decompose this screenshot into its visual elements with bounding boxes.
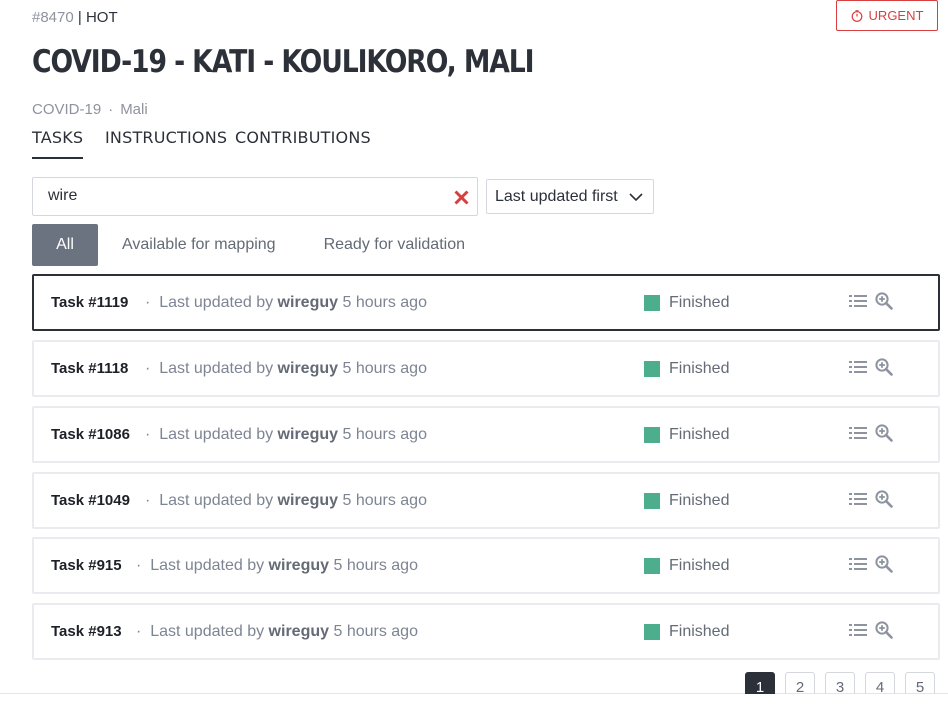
task-status: Finished	[644, 623, 729, 641]
status-label: Finished	[669, 294, 730, 311]
task-name: Task #1118	[51, 360, 129, 377]
task-time: 5 hours ago	[333, 557, 418, 574]
tab-contributions[interactable]: CONTRIBUTIONS	[235, 128, 371, 157]
urgent-badge: URGENT	[836, 0, 938, 31]
task-row[interactable]: Task #1086 · Last updated by wireguy 5 ho…	[32, 406, 940, 463]
zoom-in-icon[interactable]	[875, 490, 893, 508]
list-icon[interactable]	[849, 622, 867, 638]
country-link[interactable]: Mali	[120, 101, 148, 118]
sort-dropdown[interactable]: Last updated first	[486, 179, 654, 214]
zoom-in-icon[interactable]	[875, 292, 893, 310]
task-meta: · Last updated by wireguy 5 hours ago	[145, 492, 427, 510]
list-icon[interactable]	[849, 425, 867, 441]
filter-ready-for-validation[interactable]: Ready for validation	[300, 224, 489, 266]
task-time: 5 hours ago	[342, 426, 427, 443]
task-filter-tabs: All Available for mapping Ready for vali…	[32, 224, 489, 266]
task-user-link[interactable]: wireguy	[278, 360, 338, 377]
campaign-link[interactable]: COVID-19	[32, 101, 101, 118]
status-swatch	[644, 493, 660, 509]
list-icon[interactable]	[849, 491, 867, 507]
task-row[interactable]: Task #913 · Last updated by wireguy 5 hou…	[32, 603, 940, 660]
status-label: Finished	[669, 623, 730, 640]
task-user-link[interactable]: wireguy	[269, 623, 329, 640]
task-time: 5 hours ago	[342, 492, 427, 509]
task-time: 5 hours ago	[342, 360, 427, 377]
status-label: Finished	[669, 426, 730, 443]
task-user-link[interactable]: wireguy	[269, 557, 329, 574]
task-row[interactable]: Task #1118 · Last updated by wireguy 5 ho…	[32, 340, 940, 397]
meta-dot: ·	[145, 426, 160, 443]
status-label: Finished	[669, 557, 730, 574]
meta-dot: ·	[136, 557, 151, 574]
task-row[interactable]: Task #1119 · Last updated by wireguy 5 ho…	[32, 274, 940, 331]
task-name: Task #1119	[51, 294, 129, 311]
task-meta: · Last updated by wireguy 5 hours ago	[145, 360, 427, 378]
task-meta: · Last updated by wireguy 5 hours ago	[136, 557, 418, 575]
close-icon[interactable]	[453, 189, 470, 206]
tab-tasks[interactable]: TASKS	[32, 128, 84, 159]
task-time: 5 hours ago	[333, 623, 418, 640]
task-status: Finished	[644, 492, 729, 510]
meta-prefix: Last updated by	[159, 492, 274, 509]
project-id-line: #8470 | HOT	[32, 9, 118, 26]
sort-selected: Last updated first	[495, 187, 618, 205]
meta-dot: ·	[145, 294, 160, 311]
task-meta: · Last updated by wireguy 5 hours ago	[145, 426, 427, 444]
filter-all[interactable]: All	[32, 224, 98, 266]
tab-instructions[interactable]: INSTRUCTIONS	[105, 128, 227, 157]
status-swatch	[644, 361, 660, 377]
task-row[interactable]: Task #1049 · Last updated by wireguy 5 ho…	[32, 472, 940, 529]
task-status: Finished	[644, 294, 729, 312]
task-row[interactable]: Task #915 · Last updated by wireguy 5 hou…	[32, 537, 940, 594]
task-search-box	[32, 177, 478, 216]
timer-icon	[851, 9, 862, 22]
status-swatch	[644, 295, 660, 311]
meta-prefix: Last updated by	[150, 557, 265, 574]
task-meta: · Last updated by wireguy 5 hours ago	[145, 294, 427, 312]
meta-dot: ·	[145, 492, 160, 509]
meta-dot: ·	[136, 623, 151, 640]
meta-prefix: Last updated by	[150, 623, 265, 640]
task-user-link[interactable]: wireguy	[278, 294, 338, 311]
task-status: Finished	[644, 557, 729, 575]
task-status: Finished	[644, 360, 729, 378]
task-name: Task #1086	[51, 426, 130, 443]
meta-prefix: Last updated by	[159, 360, 274, 377]
status-swatch	[644, 624, 660, 640]
filter-available-for-mapping[interactable]: Available for mapping	[98, 224, 300, 266]
dot-separator: ·	[108, 101, 114, 118]
meta-dot: ·	[145, 360, 160, 377]
task-name: Task #915	[51, 557, 122, 574]
task-name: Task #1049	[51, 492, 130, 509]
task-search-input[interactable]	[48, 187, 438, 205]
status-swatch	[644, 427, 660, 443]
chevron-down-icon	[629, 193, 643, 202]
task-meta: · Last updated by wireguy 5 hours ago	[136, 623, 418, 641]
meta-prefix: Last updated by	[159, 426, 274, 443]
meta-prefix: Last updated by	[159, 294, 274, 311]
page-bottom	[0, 694, 948, 708]
task-status: Finished	[644, 426, 729, 444]
list-icon[interactable]	[849, 293, 867, 309]
project-breadcrumb: COVID-19 · Mali	[32, 101, 148, 118]
task-time: 5 hours ago	[342, 294, 427, 311]
project-id: #8470	[32, 9, 74, 26]
zoom-in-icon[interactable]	[875, 621, 893, 639]
status-label: Finished	[669, 492, 730, 509]
zoom-in-icon[interactable]	[875, 424, 893, 442]
task-user-link[interactable]: wireguy	[278, 426, 338, 443]
task-user-link[interactable]: wireguy	[278, 492, 338, 509]
project-tabs: TASKS INSTRUCTIONS CONTRIBUTIONS	[32, 128, 375, 159]
status-label: Finished	[669, 360, 730, 377]
status-swatch	[644, 558, 660, 574]
id-separator: |	[73, 9, 86, 26]
list-icon[interactable]	[849, 359, 867, 375]
zoom-in-icon[interactable]	[875, 555, 893, 573]
list-icon[interactable]	[849, 556, 867, 572]
task-name: Task #913	[51, 623, 122, 640]
urgent-label: URGENT	[868, 8, 924, 23]
project-org: HOT	[85, 9, 118, 26]
zoom-in-icon[interactable]	[875, 358, 893, 376]
page-title: COVID-19 - KATI - KOULIKORO, MALI	[32, 44, 535, 80]
